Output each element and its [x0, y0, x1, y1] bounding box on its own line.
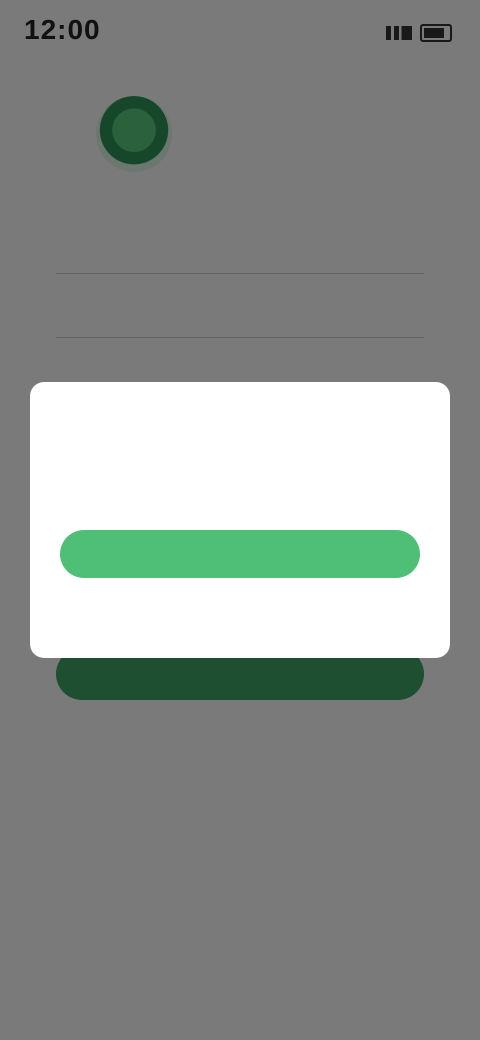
dialog-cancel-button[interactable]	[30, 604, 450, 640]
dialog-confirm-button[interactable]	[60, 530, 420, 578]
confirmation-dialog	[30, 382, 450, 658]
